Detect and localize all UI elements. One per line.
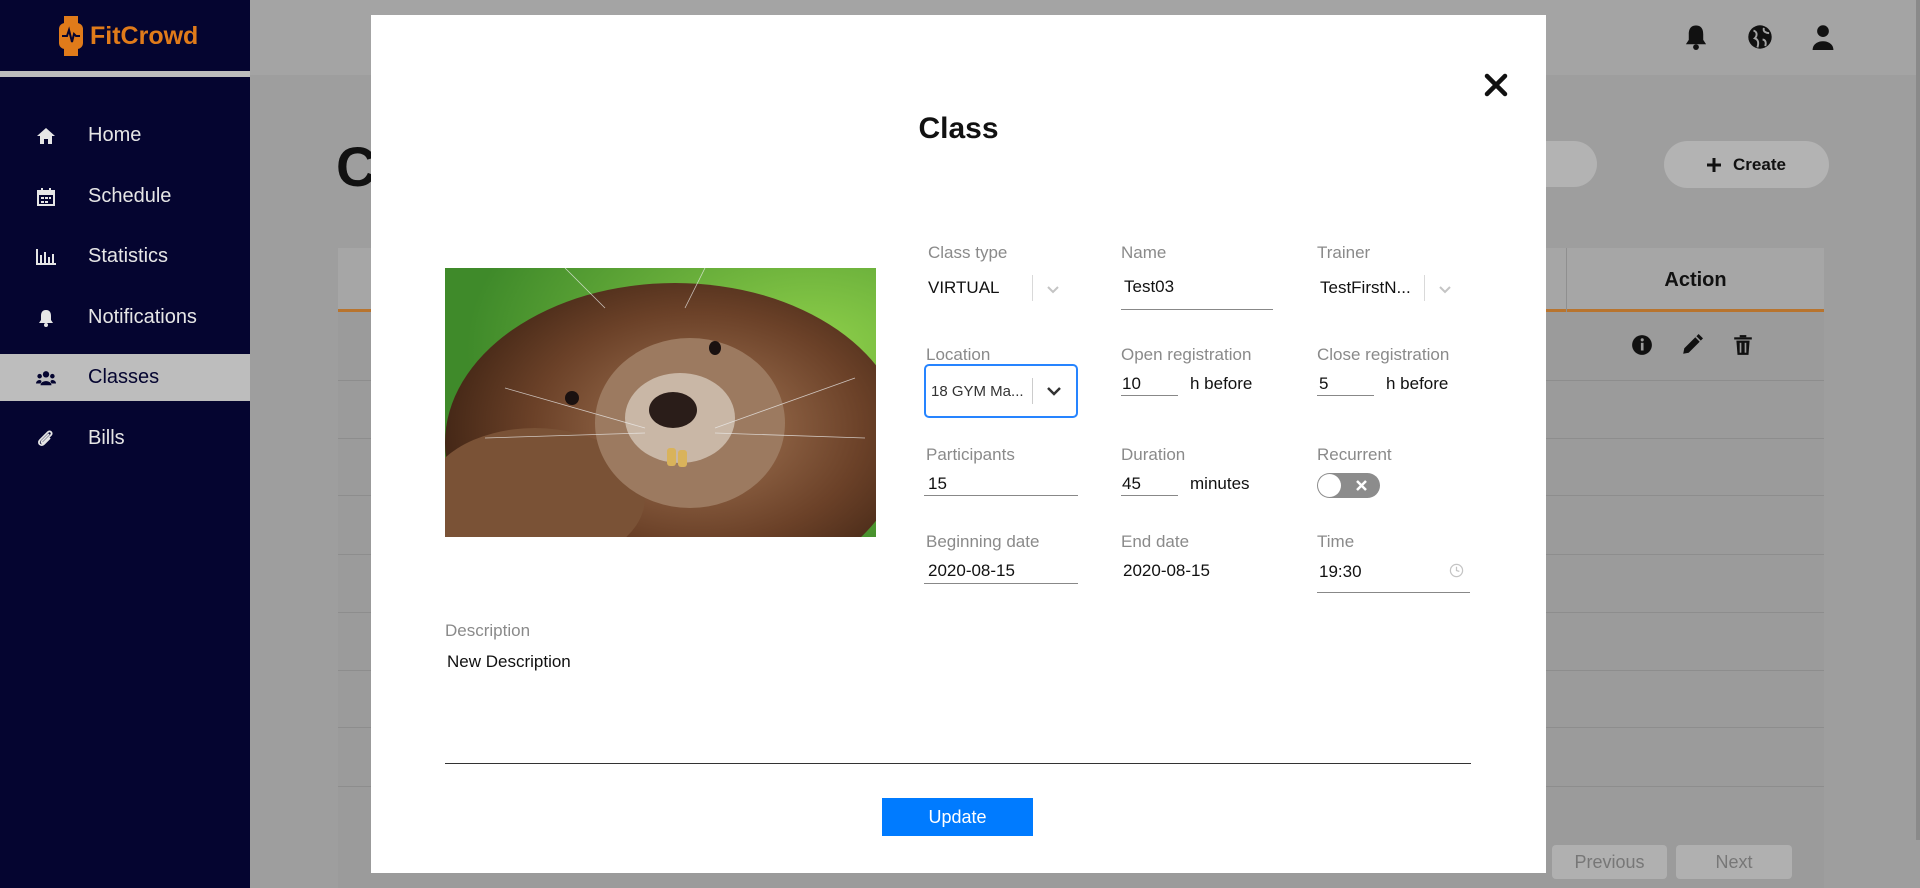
plus-icon [1707,157,1722,172]
end-date-input[interactable]: 2020-08-15 [1123,561,1210,581]
close-registration-underline [1317,395,1374,396]
participants-input[interactable]: 15 [928,474,947,494]
select-divider [1032,275,1033,301]
close-registration-suffix: h before [1386,374,1449,393]
sidebar-item-schedule[interactable]: Schedule [0,173,250,220]
duration-underline [1121,495,1178,496]
bell-icon [36,308,56,328]
globe-icon[interactable] [1747,24,1773,50]
bell-icon[interactable] [1683,24,1709,50]
name-input[interactable]: Test03 [1124,277,1174,297]
time-input[interactable]: 19:30 [1319,562,1362,582]
close-registration-input[interactable]: 5 [1319,374,1328,394]
x-icon [1355,479,1368,497]
description-label: Description [445,621,531,640]
create-button[interactable]: Create [1664,141,1829,188]
home-icon [36,126,56,146]
sidebar-divider [0,71,250,77]
location-label: Location [926,345,991,364]
chevron-down-icon [1046,282,1060,300]
logo[interactable]: FitCrowd [58,14,198,58]
participants-underline [924,495,1078,496]
next-button[interactable]: Next [1676,845,1792,879]
sidebar-item-statistics[interactable]: Statistics [0,233,250,280]
watch-logo-icon [59,16,83,56]
user-icon[interactable] [1810,24,1836,50]
edit-icon[interactable] [1681,334,1703,356]
scrollbar[interactable] [1916,0,1920,840]
sidebar-item-home[interactable]: Home [0,112,250,159]
users-icon [36,368,56,388]
recurrent-toggle[interactable] [1317,473,1380,498]
sidebar-item-label: Statistics [88,245,169,267]
update-button[interactable]: Update [882,798,1033,836]
duration-label: Duration [1121,445,1186,464]
sidebar-item-label: Notifications [88,306,197,328]
toggle-knob [1318,474,1341,497]
trainer-label: Trainer [1317,243,1371,262]
trainer-value: TestFirstN... [1320,278,1411,297]
bar-chart-icon [36,247,56,267]
open-registration-underline [1121,395,1178,396]
close-icon[interactable] [1483,72,1509,98]
location-value: 18 GYM Ma... [931,383,1024,400]
time-label: Time [1317,532,1355,551]
select-divider [1424,275,1425,301]
info-icon[interactable] [1631,334,1653,356]
paperclip-icon [36,429,56,449]
clock-icon[interactable] [1449,563,1464,583]
beginning-date-underline [924,583,1078,584]
trash-icon[interactable] [1732,334,1754,356]
open-registration-input[interactable]: 10 [1122,374,1141,394]
recurrent-label: Recurrent [1317,445,1392,464]
sidebar-item-label: Schedule [88,185,172,207]
close-registration-label: Close registration [1317,345,1450,364]
beginning-date-input[interactable]: 2020-08-15 [928,561,1015,581]
column-header-action: Action [1566,248,1824,312]
sidebar-item-notifications[interactable]: Notifications [0,294,250,341]
description-textarea[interactable]: New Description [447,652,571,672]
app-name: FitCrowd [90,21,199,50]
modal-title: Class [918,112,999,145]
chevron-down-icon [1438,282,1452,300]
trainer-select[interactable]: TestFirstN... [1317,272,1467,304]
sidebar-item-classes[interactable]: Classes [0,354,250,401]
select-divider [1032,378,1033,404]
sidebar-item-label: Classes [88,366,160,388]
sidebar-item-bills[interactable]: Bills [0,415,250,462]
beginning-date-label: Beginning date [926,532,1040,551]
open-registration-suffix: h before [1190,374,1253,393]
chevron-down-icon [1046,385,1062,403]
participants-label: Participants [926,445,1015,464]
sidebar: FitCrowd Home Schedule Statistics Notifi… [0,0,250,888]
class-type-value: VIRTUAL [928,278,1000,297]
location-select[interactable]: 18 GYM Ma... [924,364,1078,418]
sidebar-item-label: Bills [88,427,125,449]
class-type-select[interactable]: VIRTUAL [924,272,1074,304]
open-registration-label: Open registration [1121,345,1252,364]
class-image[interactable] [445,268,876,537]
time-underline [1317,592,1470,593]
name-underline [1121,309,1273,310]
calendar-icon [36,187,56,207]
duration-suffix: minutes [1190,474,1250,493]
create-button-label: Create [1733,154,1786,174]
name-label: Name [1121,243,1167,262]
duration-input[interactable]: 45 [1122,474,1141,494]
sidebar-item-label: Home [88,124,142,146]
description-underline [445,763,1471,764]
end-date-label: End date [1121,532,1190,551]
previous-button[interactable]: Previous [1552,845,1667,879]
class-type-label: Class type [928,243,1008,262]
